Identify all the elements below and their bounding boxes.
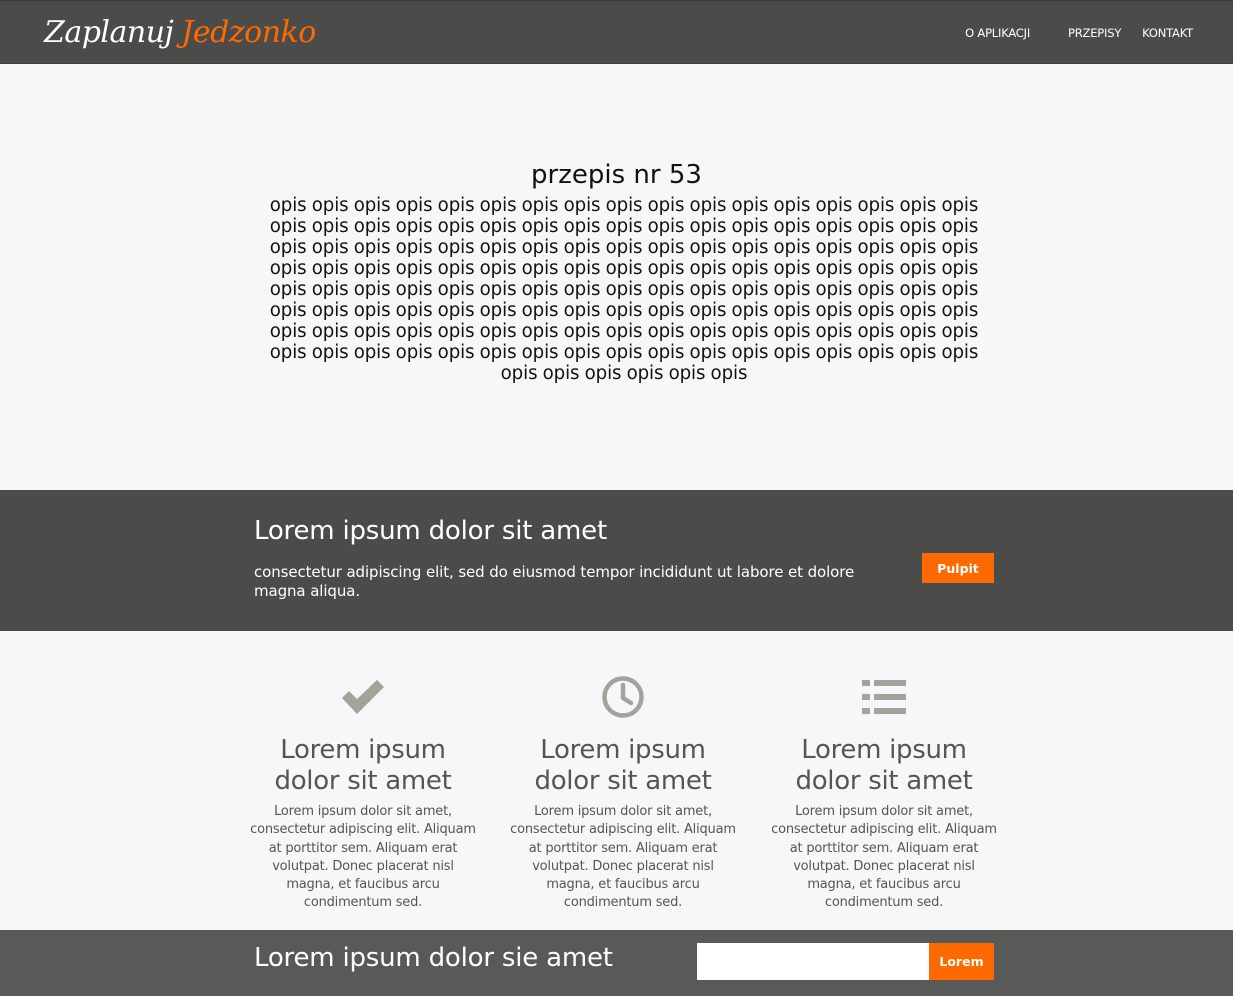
newsletter-submit-button[interactable]: Lorem bbox=[929, 943, 994, 980]
feature-title: Lorem ipsum dolor sit amet bbox=[795, 735, 973, 796]
navbar: Zaplanuj Jedzonko O APLIKACJI PRZEPISY KO… bbox=[0, 0, 1233, 64]
brand-part-1: Zaplanuj bbox=[44, 15, 174, 50]
feature-text: Lorem ipsum dolor sit amet, consectetur … bbox=[510, 804, 736, 911]
pulpit-button[interactable]: Pulpit bbox=[922, 553, 994, 583]
brand-logo[interactable]: Zaplanuj Jedzonko bbox=[44, 13, 316, 53]
feature-text: Lorem ipsum dolor sit amet, consectetur … bbox=[771, 804, 997, 911]
recipe-section: przepis nr 53 opis opis opis opis opis o… bbox=[0, 64, 1233, 490]
recipe-description: opis opis opis opis opis opis opis opis … bbox=[269, 195, 979, 384]
footer-title: Lorem ipsum dolor sie amet bbox=[254, 943, 613, 973]
brand-part-2: Jedzonko bbox=[181, 15, 316, 50]
banner-title: Lorem ipsum dolor sit amet bbox=[254, 516, 607, 546]
nav-links: O APLIKACJI PRZEPISY KONTAKT bbox=[965, 1, 1193, 65]
banner-text: consectetur adipiscing elit, sed do eius… bbox=[254, 563, 855, 600]
newsletter-footer: Lorem ipsum dolor sie amet Lorem bbox=[0, 930, 1233, 996]
features-section: Lorem ipsum dolor sit amet Lorem ipsum d… bbox=[0, 631, 1233, 930]
feature-title: Lorem ipsum dolor sit amet bbox=[534, 735, 712, 796]
dashboard-banner: Lorem ipsum dolor sit amet consectetur a… bbox=[0, 490, 1233, 631]
feature-text: Lorem ipsum dolor sit amet, consectetur … bbox=[250, 804, 476, 911]
feature-title: Lorem ipsum dolor sit amet bbox=[274, 735, 452, 796]
newsletter-input[interactable] bbox=[697, 943, 929, 980]
recipe-title: przepis nr 53 bbox=[531, 160, 702, 190]
nav-link-kontakt[interactable]: KONTAKT bbox=[1142, 26, 1193, 40]
check-icon bbox=[252, 675, 474, 719]
clock-icon bbox=[512, 675, 734, 719]
nav-link-przepisy[interactable]: PRZEPISY bbox=[1068, 26, 1121, 40]
nav-link-o-aplikacji[interactable]: O APLIKACJI bbox=[965, 26, 1030, 40]
list-icon bbox=[773, 675, 995, 719]
